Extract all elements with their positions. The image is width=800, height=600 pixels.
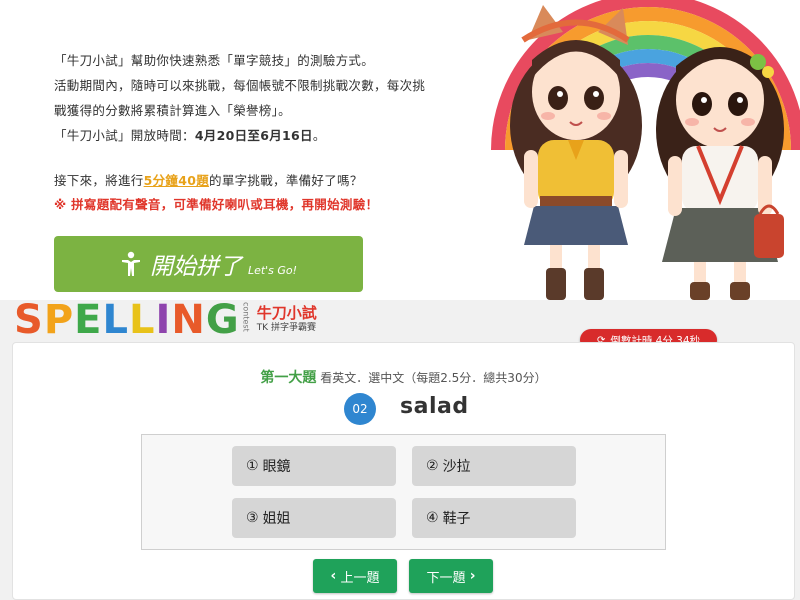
logo-letter: N <box>171 300 206 343</box>
logo-letter: I <box>155 300 172 343</box>
option-number: ③ <box>246 510 259 526</box>
logo-letter: P <box>43 300 75 343</box>
answer-option-4[interactable]: ④ 鞋子 <box>412 498 576 538</box>
challenge-prefix: 接下來，將進行 <box>54 173 144 188</box>
open-time-suffix: 。 <box>312 128 326 143</box>
option-text: 沙拉 <box>442 459 471 475</box>
open-time-label: 「牛刀小試」開放時間： <box>54 128 195 143</box>
next-button-label: 下一題 <box>426 570 466 586</box>
intro-line-4: 「牛刀小試」開放時間：4月20日至6月16日。 <box>54 123 474 148</box>
answer-option-3[interactable]: ③ 姐姐 <box>232 498 396 538</box>
start-button[interactable]: 開始拼了 Let's Go! <box>54 236 363 292</box>
option-number: ② <box>426 458 439 474</box>
answer-option-2[interactable]: ② 沙拉 <box>412 446 576 486</box>
logo-letter: E <box>74 300 103 343</box>
intro-line-3: 戰獲得的分數將累積計算進入「榮譽榜」。 <box>54 103 291 118</box>
logo-brand-cn: 牛刀小試 <box>256 304 317 322</box>
logo-letter: S <box>14 300 44 343</box>
option-number: ① <box>246 458 259 474</box>
question-card: 第一大題 看英文．選中文（每題2.5分．總共30分） 02 salad ① 眼鏡… <box>12 342 795 600</box>
start-button-sublabel: Let's Go! <box>247 263 298 277</box>
logo-brand: 牛刀小試 TK 拼字爭霸賽 <box>257 305 317 335</box>
challenge-prompt: 接下來，將進行5分鐘40題的單字挑戰，準備好了嗎？ <box>54 170 363 189</box>
logo-wordmark: SPELLING <box>14 300 240 340</box>
question-word: salad <box>400 394 469 419</box>
logo-letter: L <box>128 300 156 343</box>
question-number-badge: 02 <box>344 393 376 425</box>
option-text: 鞋子 <box>442 511 471 527</box>
section-title: 第一大題 看英文．選中文（每題2.5分．總共30分） <box>13 367 794 387</box>
logo-contest-text: contest <box>241 302 251 332</box>
option-number: ④ <box>426 510 439 526</box>
challenge-suffix: 的單字挑戰，準備好了嗎？ <box>209 173 363 188</box>
answer-options: ① 眼鏡 ② 沙拉 ③ 姐姐 ④ 鞋子 <box>141 434 666 550</box>
option-text: 眼鏡 <box>262 459 291 475</box>
chevron-left-icon: ‹ <box>330 568 337 584</box>
section-title-main: 第一大題 <box>260 370 317 386</box>
logo-brand-en: TK 拼字爭霸賽 <box>256 323 316 333</box>
chevron-right-icon: › <box>469 568 476 584</box>
option-text: 姐姐 <box>262 511 291 527</box>
intro-line-2: 活動期間內，隨時可以來挑戰，每個帳號不限制挑戰次數，每次挑 <box>54 78 426 93</box>
section-title-detail: 看英文．選中文（每題2.5分．總共30分） <box>316 371 547 385</box>
logo-letter: G <box>205 300 240 343</box>
spelling-logo: SPELLING contest 牛刀小試 TK 拼字爭霸賽 <box>14 300 317 340</box>
person-icon <box>121 251 140 276</box>
intro-line-1: 「牛刀小試」幫助你快速熟悉「單字競技」的測驗方式。 <box>54 53 375 68</box>
next-question-button[interactable]: 下一題 › <box>409 559 493 593</box>
challenge-highlight: 5分鐘40題 <box>143 173 210 188</box>
start-button-label: 開始拼了 <box>149 254 242 280</box>
quiz-panel: SPELLING contest 牛刀小試 TK 拼字爭霸賽 ⟳ 倒數計時 4分… <box>0 300 800 600</box>
sound-warning: ※ 拼寫題配有聲音，可準備好喇叭或耳機，再開始測驗！ <box>54 197 379 212</box>
intro-text: 「牛刀小試」幫助你快速熟悉「單字競技」的測驗方式。 活動期間內，隨時可以來挑戰，… <box>54 48 474 148</box>
intro-panel: 「牛刀小試」幫助你快速熟悉「單字競技」的測驗方式。 活動期間內，隨時可以來挑戰，… <box>0 0 800 300</box>
answer-option-1[interactable]: ① 眼鏡 <box>232 446 396 486</box>
prev-question-button[interactable]: ‹ 上一題 <box>313 559 397 593</box>
logo-letter: L <box>102 300 129 343</box>
open-time-dates: 4月20日至6月16日 <box>194 128 313 143</box>
prev-button-label: 上一題 <box>340 570 380 586</box>
cartoon-girls-illustration <box>488 0 800 300</box>
